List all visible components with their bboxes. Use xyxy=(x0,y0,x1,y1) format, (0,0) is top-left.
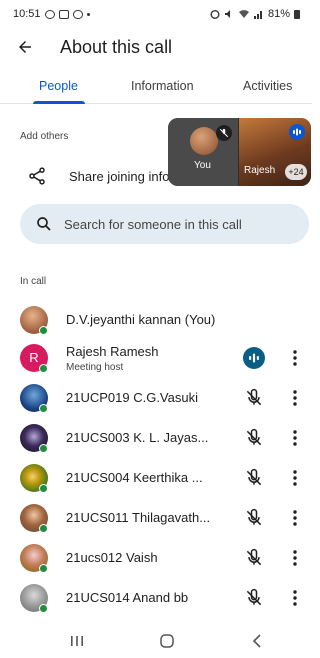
add-others-label: Add others xyxy=(20,131,69,142)
home-icon xyxy=(160,634,174,648)
participant-row[interactable]: 21UCS003 K. L. Jayas... xyxy=(0,418,312,458)
mute-icon xyxy=(224,10,230,18)
notification-dot-icon xyxy=(86,12,90,16)
participant-row[interactable]: 21ucs012 Vaish xyxy=(0,538,312,578)
status-left: 10:51 xyxy=(13,8,90,20)
tab-bar: People Information Activities xyxy=(0,70,312,104)
mic-off-icon[interactable] xyxy=(244,508,264,528)
participant-name: 21UCS014 Anand bb xyxy=(66,590,189,605)
share-joining-info-label: Share joining info xyxy=(69,168,170,184)
mic-off-icon[interactable] xyxy=(244,588,264,608)
recent-apps-button[interactable] xyxy=(62,630,92,652)
arrow-left-icon xyxy=(19,41,31,53)
more-options-icon[interactable] xyxy=(286,588,304,608)
mic-off-icon xyxy=(216,125,232,141)
search-input[interactable] xyxy=(64,216,294,232)
mic-off-icon[interactable] xyxy=(244,428,264,448)
search-icon xyxy=(37,217,51,231)
whatsapp-icon xyxy=(44,9,55,19)
participant-name: Rajesh Ramesh xyxy=(66,344,159,359)
self-avatar xyxy=(190,127,218,155)
more-options-icon[interactable] xyxy=(286,468,304,488)
search-bar[interactable] xyxy=(20,204,309,244)
pip-you-label: You xyxy=(194,160,211,171)
speaking-icon xyxy=(289,124,305,140)
recent-apps-icon xyxy=(71,636,83,646)
tab-people[interactable]: People xyxy=(39,70,78,104)
back-nav-button[interactable] xyxy=(242,630,272,652)
more-options-icon[interactable] xyxy=(286,428,304,448)
online-indicator xyxy=(39,326,48,335)
participant-row[interactable]: 21UCS004 Keerthika ... xyxy=(0,458,312,498)
pip-self-tile: You xyxy=(168,118,238,186)
mic-off-icon[interactable] xyxy=(244,468,264,488)
participant-row[interactable]: 21UCS014 Anand bb xyxy=(0,578,312,618)
chat-icon xyxy=(72,9,83,19)
home-button[interactable] xyxy=(152,630,182,652)
online-indicator xyxy=(39,484,48,493)
tab-information[interactable]: Information xyxy=(131,70,194,104)
participant-name: 21UCP019 C.G.Vasuki xyxy=(66,390,198,405)
more-options-icon[interactable] xyxy=(286,348,304,368)
online-indicator xyxy=(39,364,48,373)
active-tab-indicator xyxy=(33,101,85,104)
participant-name: D.V.jeyanthi kannan (You) xyxy=(66,312,216,327)
battery-icon xyxy=(294,10,300,19)
status-bar: 10:51 81% xyxy=(0,0,312,28)
speaking-indicator-icon[interactable] xyxy=(243,347,265,369)
participant-name: 21UCS003 K. L. Jayas... xyxy=(66,430,209,445)
mic-off-icon[interactable] xyxy=(244,548,264,568)
more-options-icon[interactable] xyxy=(286,388,304,408)
wifi-icon xyxy=(238,10,249,18)
online-indicator xyxy=(39,444,48,453)
more-options-icon[interactable] xyxy=(286,508,304,528)
online-indicator xyxy=(39,564,48,573)
avatar-initial: R xyxy=(29,350,39,365)
tab-activities[interactable]: Activities xyxy=(243,70,292,104)
app-bar: About this call xyxy=(0,32,312,62)
participant-name: 21UCS004 Keerthika ... xyxy=(66,470,203,485)
battery-percent: 81% xyxy=(267,8,290,20)
participant-row[interactable]: R Rajesh Ramesh Meeting host xyxy=(0,338,312,378)
mic-off-icon[interactable] xyxy=(244,388,264,408)
chevron-left-icon xyxy=(252,634,261,648)
online-indicator xyxy=(39,604,48,613)
participant-name: 21UCS011 Thilagavath... xyxy=(66,510,211,525)
gallery-icon xyxy=(58,9,69,19)
status-time: 10:51 xyxy=(13,8,41,20)
in-call-label: In call xyxy=(20,276,47,287)
more-options-icon[interactable] xyxy=(286,548,304,568)
participant-role: Meeting host xyxy=(66,362,124,373)
online-indicator xyxy=(39,404,48,413)
signal-icon xyxy=(253,11,262,19)
alarm-icon xyxy=(210,10,220,19)
page-title: About this call xyxy=(60,36,173,57)
participant-name: 21ucs012 Vaish xyxy=(66,550,158,565)
pip-other-name: Rajesh xyxy=(244,165,276,176)
back-button[interactable] xyxy=(14,32,36,62)
participant-row[interactable]: 21UCS011 Thilagavath... xyxy=(0,498,312,538)
pip-video-overlay[interactable]: You Rajesh +24 xyxy=(168,118,311,186)
participant-row[interactable]: 21UCP019 C.G.Vasuki xyxy=(0,378,312,418)
system-nav-bar xyxy=(0,624,312,658)
share-icon xyxy=(29,167,45,185)
status-right: 81% xyxy=(210,8,300,20)
pip-extra-count: +24 xyxy=(285,164,307,180)
participant-row[interactable]: D.V.jeyanthi kannan (You) xyxy=(0,300,312,340)
online-indicator xyxy=(39,524,48,533)
